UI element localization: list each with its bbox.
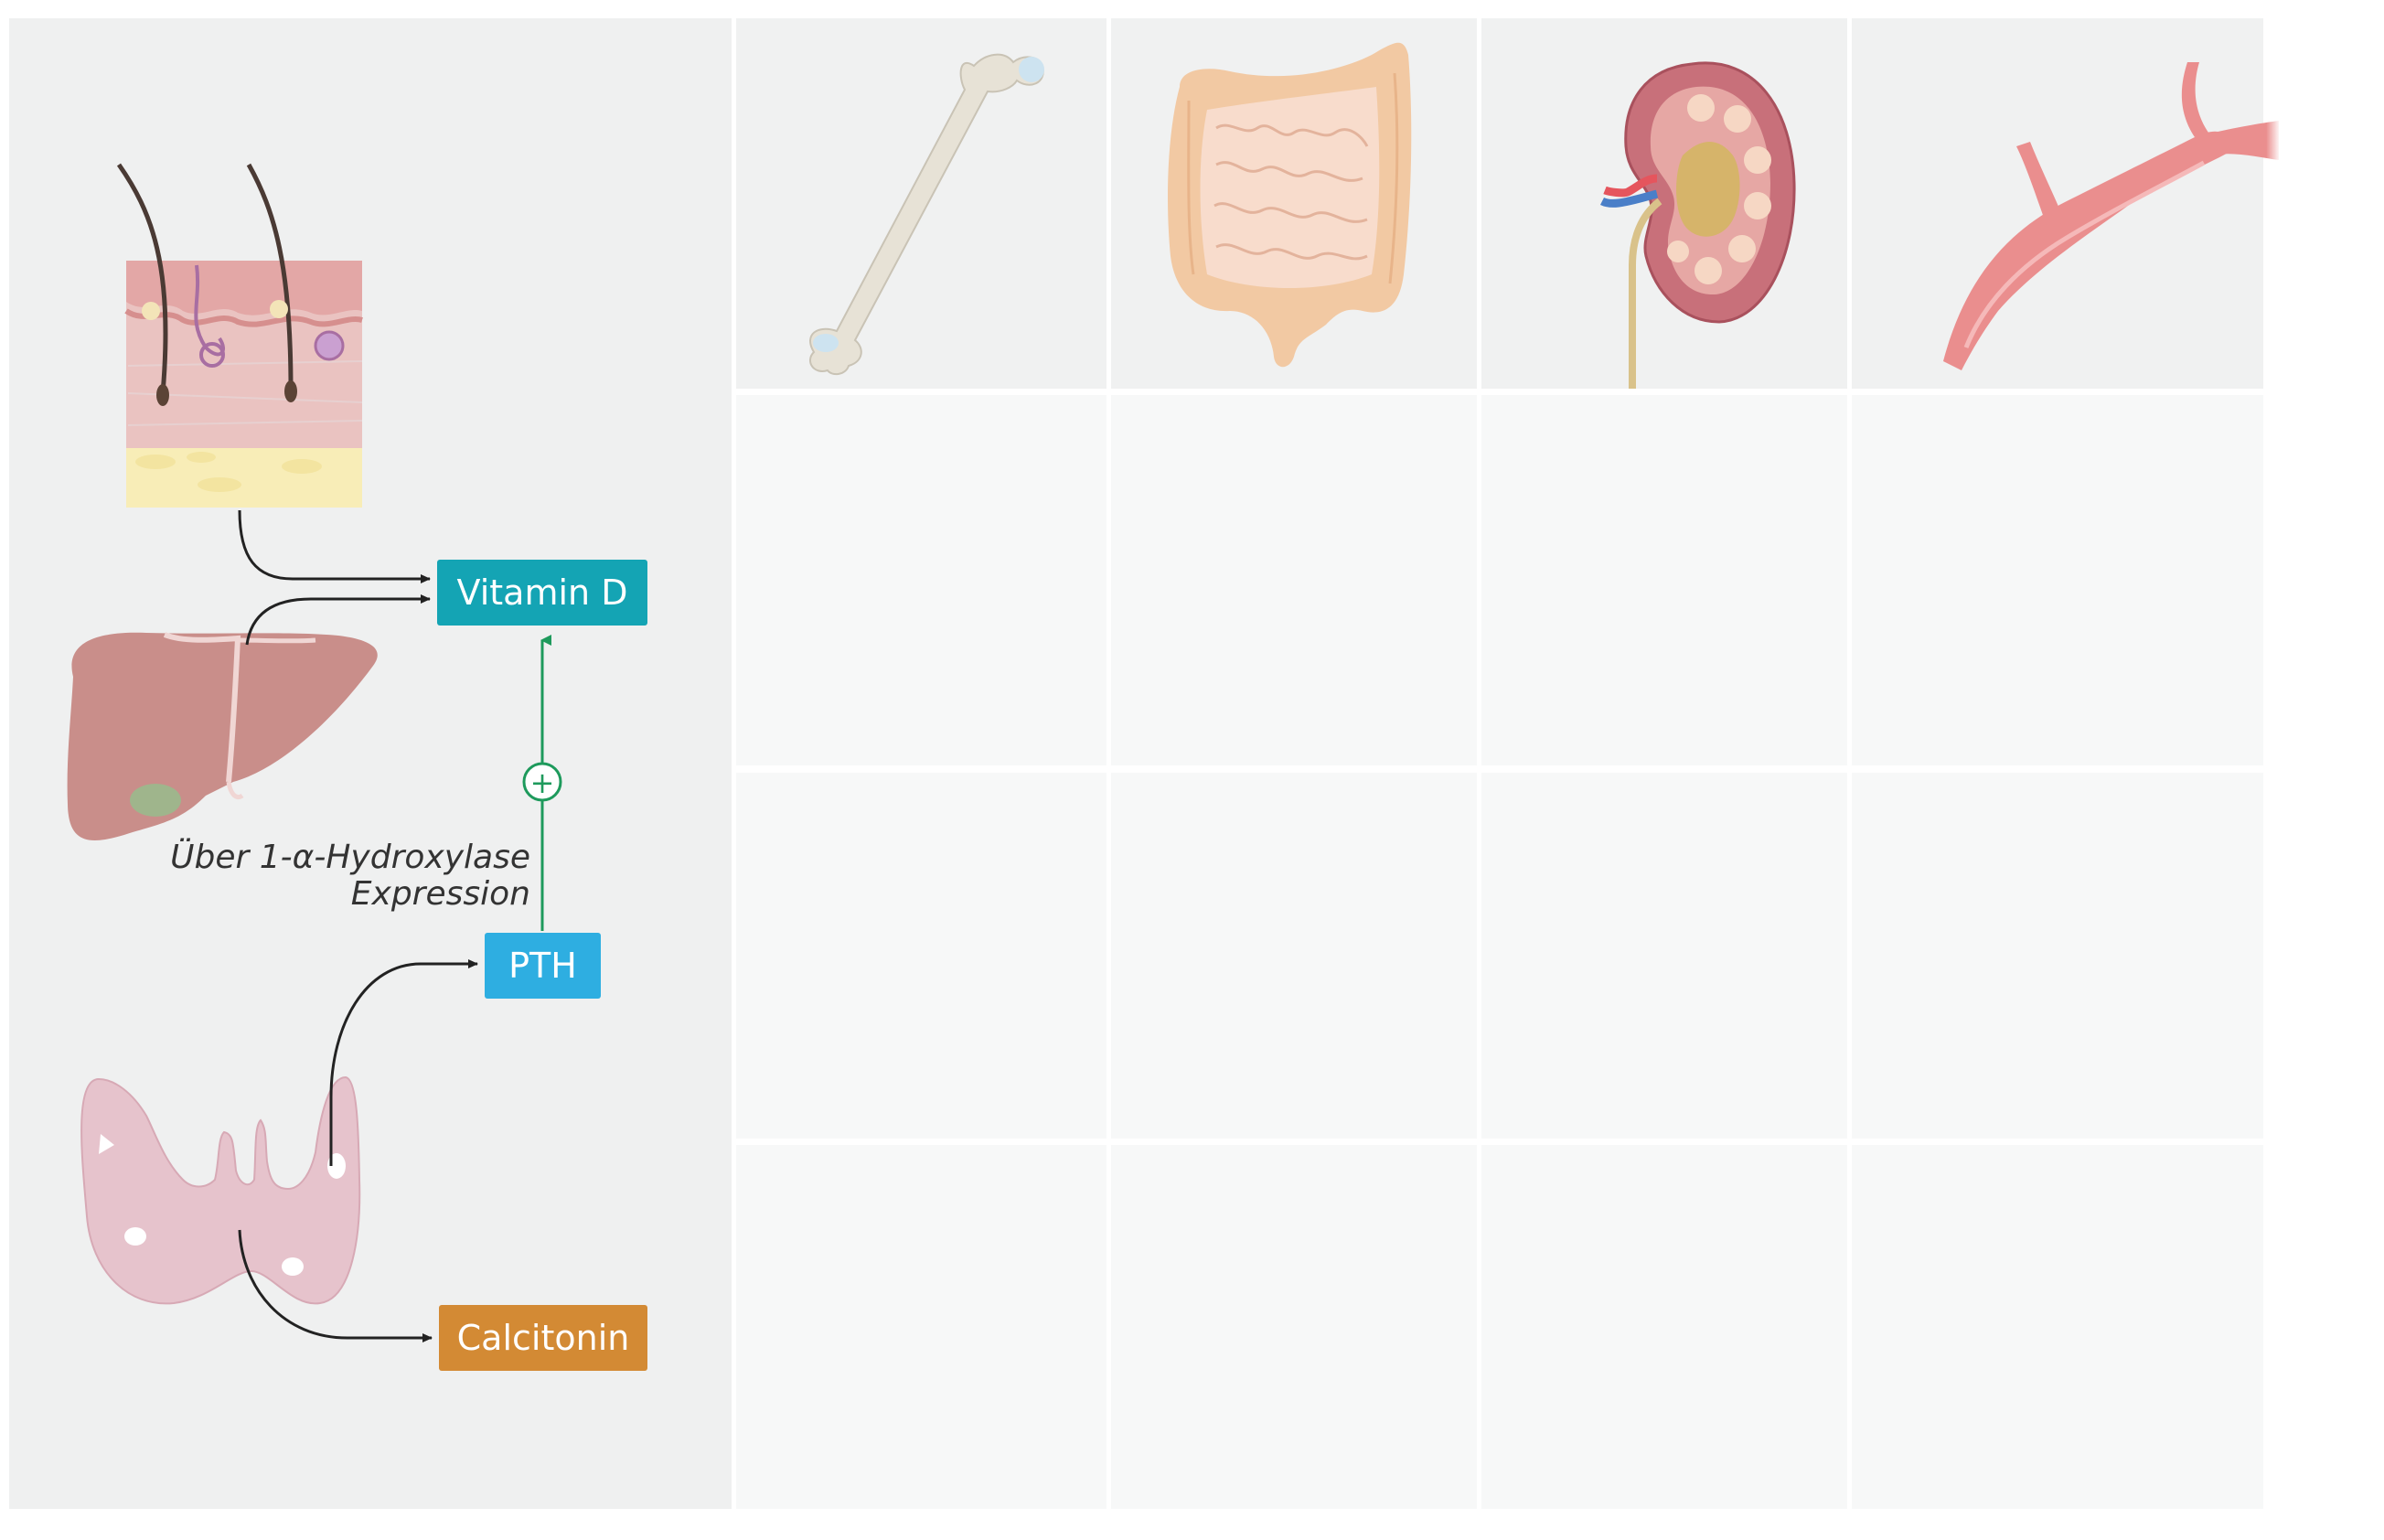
hydroxylase-note: Über 1-α-Hydroxylase Expression: [119, 840, 530, 913]
kidney-icon: [1599, 61, 1796, 389]
vitamin-d-box: Vitamin D: [437, 560, 647, 626]
liver-icon: [67, 632, 378, 840]
blood-vessel-icon: [1943, 62, 2279, 370]
calcium-regulation-diagram: + Vitamin D PTH Calcitonin Über 1-α-Hydr…: [0, 0, 2384, 1540]
thyroid-icon: [80, 1075, 361, 1305]
intestine-icon: [1168, 42, 1412, 368]
skin-icon: [116, 163, 363, 508]
pth-box: PTH: [485, 933, 601, 999]
vitamin-d-label: Vitamin D: [456, 572, 628, 613]
hydroxylase-note-line1: Über 1-α-Hydroxylase: [170, 839, 530, 876]
bone-icon: [809, 53, 1044, 376]
calcitonin-label: Calcitonin: [456, 1318, 630, 1358]
calcitonin-box: Calcitonin: [439, 1305, 647, 1371]
plus-sign: +: [530, 765, 555, 800]
pth-label: PTH: [508, 946, 577, 986]
skin-to-vitamin-d-arrow: [238, 509, 431, 583]
hydroxylase-note-line2: Expression: [350, 875, 530, 913]
